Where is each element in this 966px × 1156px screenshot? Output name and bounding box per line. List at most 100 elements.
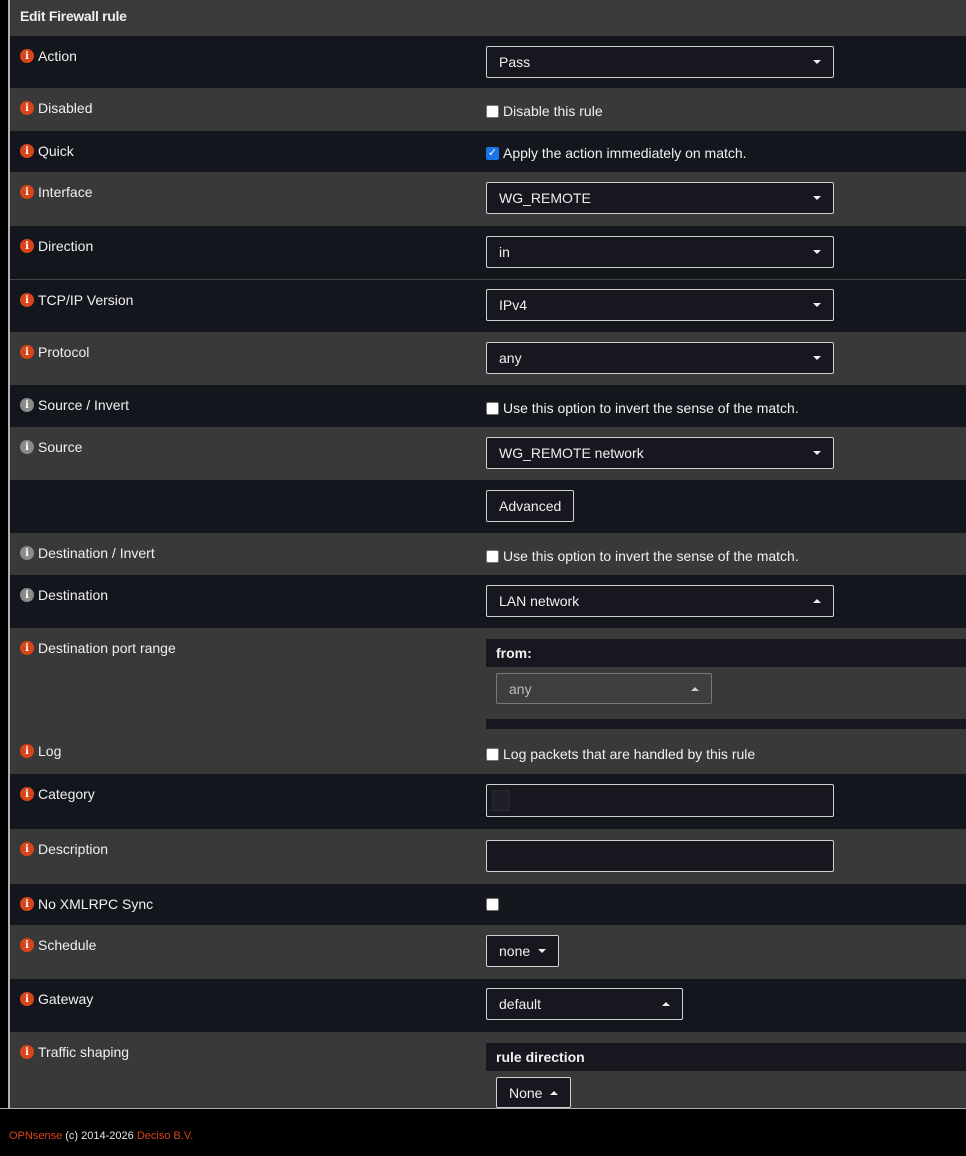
info-icon[interactable]: i <box>20 641 34 655</box>
row-destination: i Destination LAN network <box>10 575 966 628</box>
row-destination-invert: i Destination / Invert Use this option to… <box>10 533 966 575</box>
info-icon[interactable]: i <box>20 293 34 307</box>
destination-invert-label: Destination / Invert <box>38 545 155 561</box>
info-icon[interactable]: i <box>20 744 34 758</box>
quick-checkbox[interactable]: ✓ <box>486 146 499 160</box>
log-text: Log packets that are handled by this rul… <box>503 746 756 762</box>
disable-rule-text: Disable this rule <box>503 103 603 119</box>
action-select[interactable]: Pass <box>486 46 834 78</box>
row-tcpip: i TCP/IP Version IPv4 <box>10 279 966 332</box>
caret-down-icon <box>813 196 821 200</box>
row-disabled: i Disabled Disable this rule <box>10 88 966 131</box>
caret-up-icon <box>813 599 821 603</box>
disable-rule-checkbox[interactable] <box>486 104 499 118</box>
rule-direction-header: rule direction <box>486 1043 966 1071</box>
info-icon[interactable]: i <box>20 588 34 602</box>
log-label: Log <box>38 743 62 759</box>
xmlrpc-label: No XMLRPC Sync <box>38 896 154 912</box>
protocol-label: Protocol <box>38 344 90 360</box>
destination-label: Destination <box>38 587 109 603</box>
destination-select[interactable]: LAN network <box>486 585 834 617</box>
row-description: i Description <box>10 829 966 884</box>
interface-value: WG_REMOTE <box>499 190 591 206</box>
row-xmlrpc: i No XMLRPC Sync <box>10 884 966 925</box>
footer: OPNsense (c) 2014-2026 Deciso B.V. <box>0 1108 966 1156</box>
info-icon[interactable]: i <box>20 897 34 911</box>
row-advanced: Advanced <box>10 480 966 533</box>
quick-text: Apply the action immediately on match. <box>503 145 747 161</box>
source-invert-label: Source / Invert <box>38 397 130 413</box>
disabled-label: Disabled <box>38 100 93 116</box>
quick-label: Quick <box>38 143 74 159</box>
source-invert-text: Use this option to invert the sense of t… <box>503 400 799 416</box>
row-direction: i Direction in <box>10 226 966 279</box>
info-icon[interactable]: i <box>20 345 34 359</box>
direction-label: Direction <box>38 238 94 254</box>
interface-select[interactable]: WG_REMOTE <box>486 182 834 214</box>
from-port-value: any <box>509 680 532 697</box>
gateway-select[interactable]: default <box>486 988 683 1020</box>
protocol-value: any <box>499 350 522 366</box>
info-icon[interactable]: i <box>20 440 34 454</box>
traffic-shaping-label: Traffic shaping <box>38 1044 130 1060</box>
schedule-dropdown[interactable]: none <box>486 935 560 967</box>
description-input[interactable] <box>486 840 834 872</box>
direction-select[interactable]: in <box>486 236 834 268</box>
caret-down-icon <box>538 949 547 953</box>
log-checkbox[interactable] <box>486 747 499 761</box>
row-protocol: i Protocol any <box>10 332 966 385</box>
caret-down-icon <box>813 356 821 360</box>
footer-brand-link[interactable]: OPNsense <box>9 1130 62 1142</box>
firewall-rule-panel: Edit Firewall rule i Action Pass i Disable… <box>8 0 966 1111</box>
row-interface: i Interface WG_REMOTE <box>10 172 966 226</box>
category-label: Category <box>38 786 95 802</box>
xmlrpc-checkbox[interactable] <box>486 898 499 911</box>
info-icon[interactable]: i <box>20 546 34 560</box>
row-source: i Source WG_REMOTE network <box>10 427 966 480</box>
destination-invert-checkbox[interactable] <box>486 549 499 563</box>
info-icon[interactable]: i <box>20 1045 34 1059</box>
advanced-button[interactable]: Advanced <box>486 490 575 522</box>
info-icon[interactable]: i <box>20 185 34 199</box>
source-label: Source <box>38 439 83 455</box>
info-icon[interactable]: i <box>20 842 34 856</box>
info-icon[interactable]: i <box>20 938 34 952</box>
row-quick: i Quick ✓ Apply the action immediately on … <box>10 131 966 172</box>
row-schedule: i Schedule none <box>10 925 966 979</box>
caret-down-icon <box>813 60 821 64</box>
interface-label: Interface <box>38 184 93 200</box>
caret-down-icon <box>813 303 821 307</box>
row-destination-port-range: i Destination port range from: any <box>10 628 966 731</box>
from-port-select[interactable]: any <box>496 673 712 704</box>
from-header: from: <box>486 639 966 667</box>
category-input[interactable] <box>486 784 834 817</box>
source-invert-checkbox[interactable] <box>486 401 499 415</box>
row-traffic-shaping: i Traffic shaping rule direction None <box>10 1032 966 1111</box>
info-icon[interactable]: i <box>20 787 34 801</box>
info-icon[interactable]: i <box>20 101 34 115</box>
tcpip-value: IPv4 <box>499 297 528 313</box>
tcpip-label: TCP/IP Version <box>38 292 134 308</box>
action-label: Action <box>38 48 77 64</box>
source-value: WG_REMOTE network <box>499 445 644 461</box>
direction-value: in <box>499 244 510 260</box>
info-icon[interactable]: i <box>20 144 34 158</box>
rule-direction-dropdown[interactable]: None <box>496 1077 572 1108</box>
gateway-value: default <box>499 996 542 1012</box>
info-icon[interactable]: i <box>20 49 34 63</box>
row-category: i Category <box>10 774 966 829</box>
info-icon[interactable]: i <box>20 239 34 253</box>
protocol-select[interactable]: any <box>486 342 834 374</box>
tcpip-select[interactable]: IPv4 <box>486 289 834 321</box>
source-select[interactable]: WG_REMOTE network <box>486 437 834 469</box>
destination-port-label: Destination port range <box>38 640 176 656</box>
footer-company-link[interactable]: Deciso B.V. <box>137 1130 193 1142</box>
category-tag-box <box>492 790 510 811</box>
gateway-label: Gateway <box>38 991 94 1007</box>
destination-invert-text: Use this option to invert the sense of t… <box>503 548 799 564</box>
info-icon[interactable]: i <box>20 992 34 1006</box>
caret-down-icon <box>813 451 821 455</box>
row-source-invert: i Source / Invert Use this option to inve… <box>10 385 966 427</box>
info-icon[interactable]: i <box>20 398 34 412</box>
caret-down-icon <box>813 250 821 254</box>
